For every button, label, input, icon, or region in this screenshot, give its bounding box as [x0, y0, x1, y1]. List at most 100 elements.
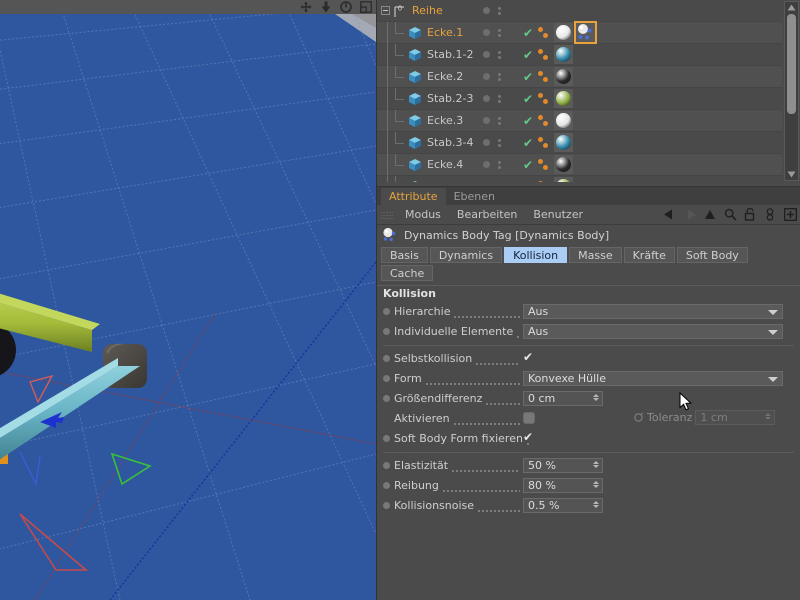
visibility-dots[interactable]	[477, 72, 523, 81]
animate-bullet-icon[interactable]	[383, 394, 390, 402]
enabled-check-icon[interactable]: ✔	[523, 137, 537, 149]
stepper-icon[interactable]	[593, 480, 599, 488]
maximize-viewport-icon[interactable]	[356, 0, 376, 14]
move-axis-icon[interactable]	[296, 0, 316, 14]
attribute-tab-masse[interactable]: Masse	[569, 247, 622, 263]
object-row[interactable]: Stab.2-3 ✔	[377, 87, 782, 110]
menu-benutzer[interactable]: Benutzer	[525, 208, 591, 221]
editor-visibility-dot[interactable]	[483, 161, 490, 168]
stepper-icon[interactable]	[593, 460, 599, 468]
dropdown-form[interactable]: Konvexe Hülle	[523, 370, 783, 386]
object-row[interactable]: 0 Reihe	[377, 0, 782, 22]
tag-strip[interactable]	[537, 133, 782, 152]
enabled-check-icon[interactable]: ✔	[523, 27, 537, 39]
checkbox-soft-body-form-fixieren[interactable]: ✔	[523, 431, 535, 444]
enabled-check-icon[interactable]: ✔	[523, 159, 537, 171]
viewport-3d-canvas[interactable]	[0, 14, 376, 600]
tab-ebenen[interactable]: Ebenen	[445, 188, 503, 205]
scroll-up-icon[interactable]	[785, 2, 798, 13]
object-row[interactable]: Ecke.2 ✔	[377, 65, 782, 88]
scroll-down-icon[interactable]	[785, 169, 798, 180]
back-arrow-icon[interactable]	[660, 205, 680, 225]
visibility-dots[interactable]	[477, 6, 523, 15]
menu-bearbeiten[interactable]: Bearbeiten	[449, 208, 525, 221]
visibility-dots[interactable]	[477, 50, 523, 59]
lock-icon[interactable]	[740, 205, 760, 225]
animate-bullet-icon[interactable]	[383, 307, 390, 315]
object-row[interactable]: Ecke.4 ✔	[377, 153, 782, 176]
visibility-dots[interactable]	[477, 28, 523, 37]
input-toleranz[interactable]: 1 cm	[695, 410, 776, 425]
menu-modus[interactable]: Modus	[397, 208, 449, 221]
material-tag-icon[interactable]	[554, 23, 573, 42]
attribute-manager-panel[interactable]: Attribute Ebenen Modus Bearbeiten Benutz…	[376, 186, 800, 600]
tag-strip[interactable]	[537, 177, 782, 182]
checkbox-selbstkollision[interactable]: ✔	[523, 351, 535, 364]
input-reibung[interactable]: 80 %	[523, 477, 603, 493]
attribute-tab-kollision[interactable]: Kollision	[504, 247, 568, 263]
visibility-dots[interactable]	[477, 138, 523, 147]
render-visibility-dots[interactable]	[498, 50, 501, 59]
attribute-tab-row[interactable]: Basis Dynamics Kollision Masse Kräfte Soft Bo…	[377, 245, 800, 281]
object-row[interactable]: Stab.4-1 ✔	[377, 175, 782, 183]
attribute-tab-dynamics[interactable]: Dynamics	[429, 247, 503, 263]
material-tag-icon[interactable]	[554, 45, 573, 64]
object-tree[interactable]: 0 Reihe Ecke.1 ✔ Stab.1-2 ✔ Ecke.2 ✔ Stab.2-3 ✔ Ec…	[377, 0, 782, 182]
editor-visibility-dot[interactable]	[483, 51, 490, 58]
enabled-check-icon[interactable]: ✔	[523, 93, 537, 105]
attribute-tab-soft-body[interactable]: Soft Body	[676, 247, 748, 263]
object-row[interactable]: Ecke.3 ✔	[377, 109, 782, 132]
tag-strip[interactable]	[537, 67, 782, 86]
material-tag-icon[interactable]	[554, 67, 573, 86]
up-arrow-icon[interactable]	[700, 205, 720, 225]
phong-tag-icon[interactable]	[537, 47, 551, 63]
animate-bullet-icon[interactable]	[383, 481, 390, 489]
editor-visibility-dot[interactable]	[483, 29, 490, 36]
render-visibility-dots[interactable]	[498, 28, 501, 37]
material-tag-icon[interactable]	[554, 89, 573, 108]
render-visibility-dots[interactable]	[498, 72, 501, 81]
animate-bullet-icon[interactable]	[383, 327, 390, 335]
phong-tag-icon[interactable]	[537, 113, 551, 129]
animate-bullet-icon[interactable]	[383, 354, 390, 362]
stepper-icon[interactable]	[593, 393, 599, 401]
render-visibility-dots[interactable]	[498, 6, 501, 15]
visibility-dots[interactable]	[477, 160, 523, 169]
material-tag-icon[interactable]	[554, 177, 573, 182]
rotate-icon[interactable]	[336, 0, 356, 14]
dropdown-individuelle-elemente[interactable]: Aus	[523, 323, 783, 339]
visibility-dots[interactable]	[477, 116, 523, 125]
input-groessendifferenz[interactable]: 0 cm	[523, 390, 603, 406]
phong-tag-icon[interactable]	[537, 25, 551, 41]
editor-visibility-dot[interactable]	[483, 139, 490, 146]
stepper-icon[interactable]	[593, 500, 599, 508]
enabled-check-icon[interactable]: ✔	[523, 181, 537, 183]
attribute-tab-cache[interactable]: Cache	[381, 265, 434, 281]
phong-tag-icon[interactable]	[537, 91, 551, 107]
dropdown-hierarchie[interactable]: Aus	[523, 303, 783, 319]
render-visibility-dots[interactable]	[498, 94, 501, 103]
render-visibility-dots[interactable]	[498, 138, 501, 147]
attribute-tab-kräfte[interactable]: Kräfte	[623, 247, 675, 263]
material-tag-icon[interactable]	[554, 155, 573, 174]
dynamics-body-tag-icon[interactable]	[574, 21, 597, 44]
animate-bullet-icon[interactable]	[383, 374, 390, 382]
editor-visibility-dot[interactable]	[483, 117, 490, 124]
object-row[interactable]: Ecke.1 ✔	[377, 21, 782, 44]
panel-grip-icon[interactable]	[381, 209, 393, 220]
material-tag-icon[interactable]	[554, 111, 573, 130]
render-visibility-dots[interactable]	[498, 116, 501, 125]
input-elastizitaet[interactable]: 50 %	[523, 457, 603, 473]
stepper-icon[interactable]	[765, 413, 772, 420]
attribute-tab-basis[interactable]: Basis	[381, 247, 428, 263]
editor-visibility-dot[interactable]	[483, 7, 490, 14]
enabled-check-icon[interactable]: ✔	[523, 71, 537, 83]
editor-visibility-dot[interactable]	[483, 95, 490, 102]
tag-strip[interactable]	[537, 111, 782, 130]
expander-collapse-icon[interactable]	[381, 6, 390, 15]
render-visibility-dots[interactable]	[498, 160, 501, 169]
link-icon[interactable]	[760, 205, 780, 225]
dolly-icon[interactable]	[316, 0, 336, 14]
editor-visibility-dot[interactable]	[483, 73, 490, 80]
tag-strip[interactable]	[537, 89, 782, 108]
